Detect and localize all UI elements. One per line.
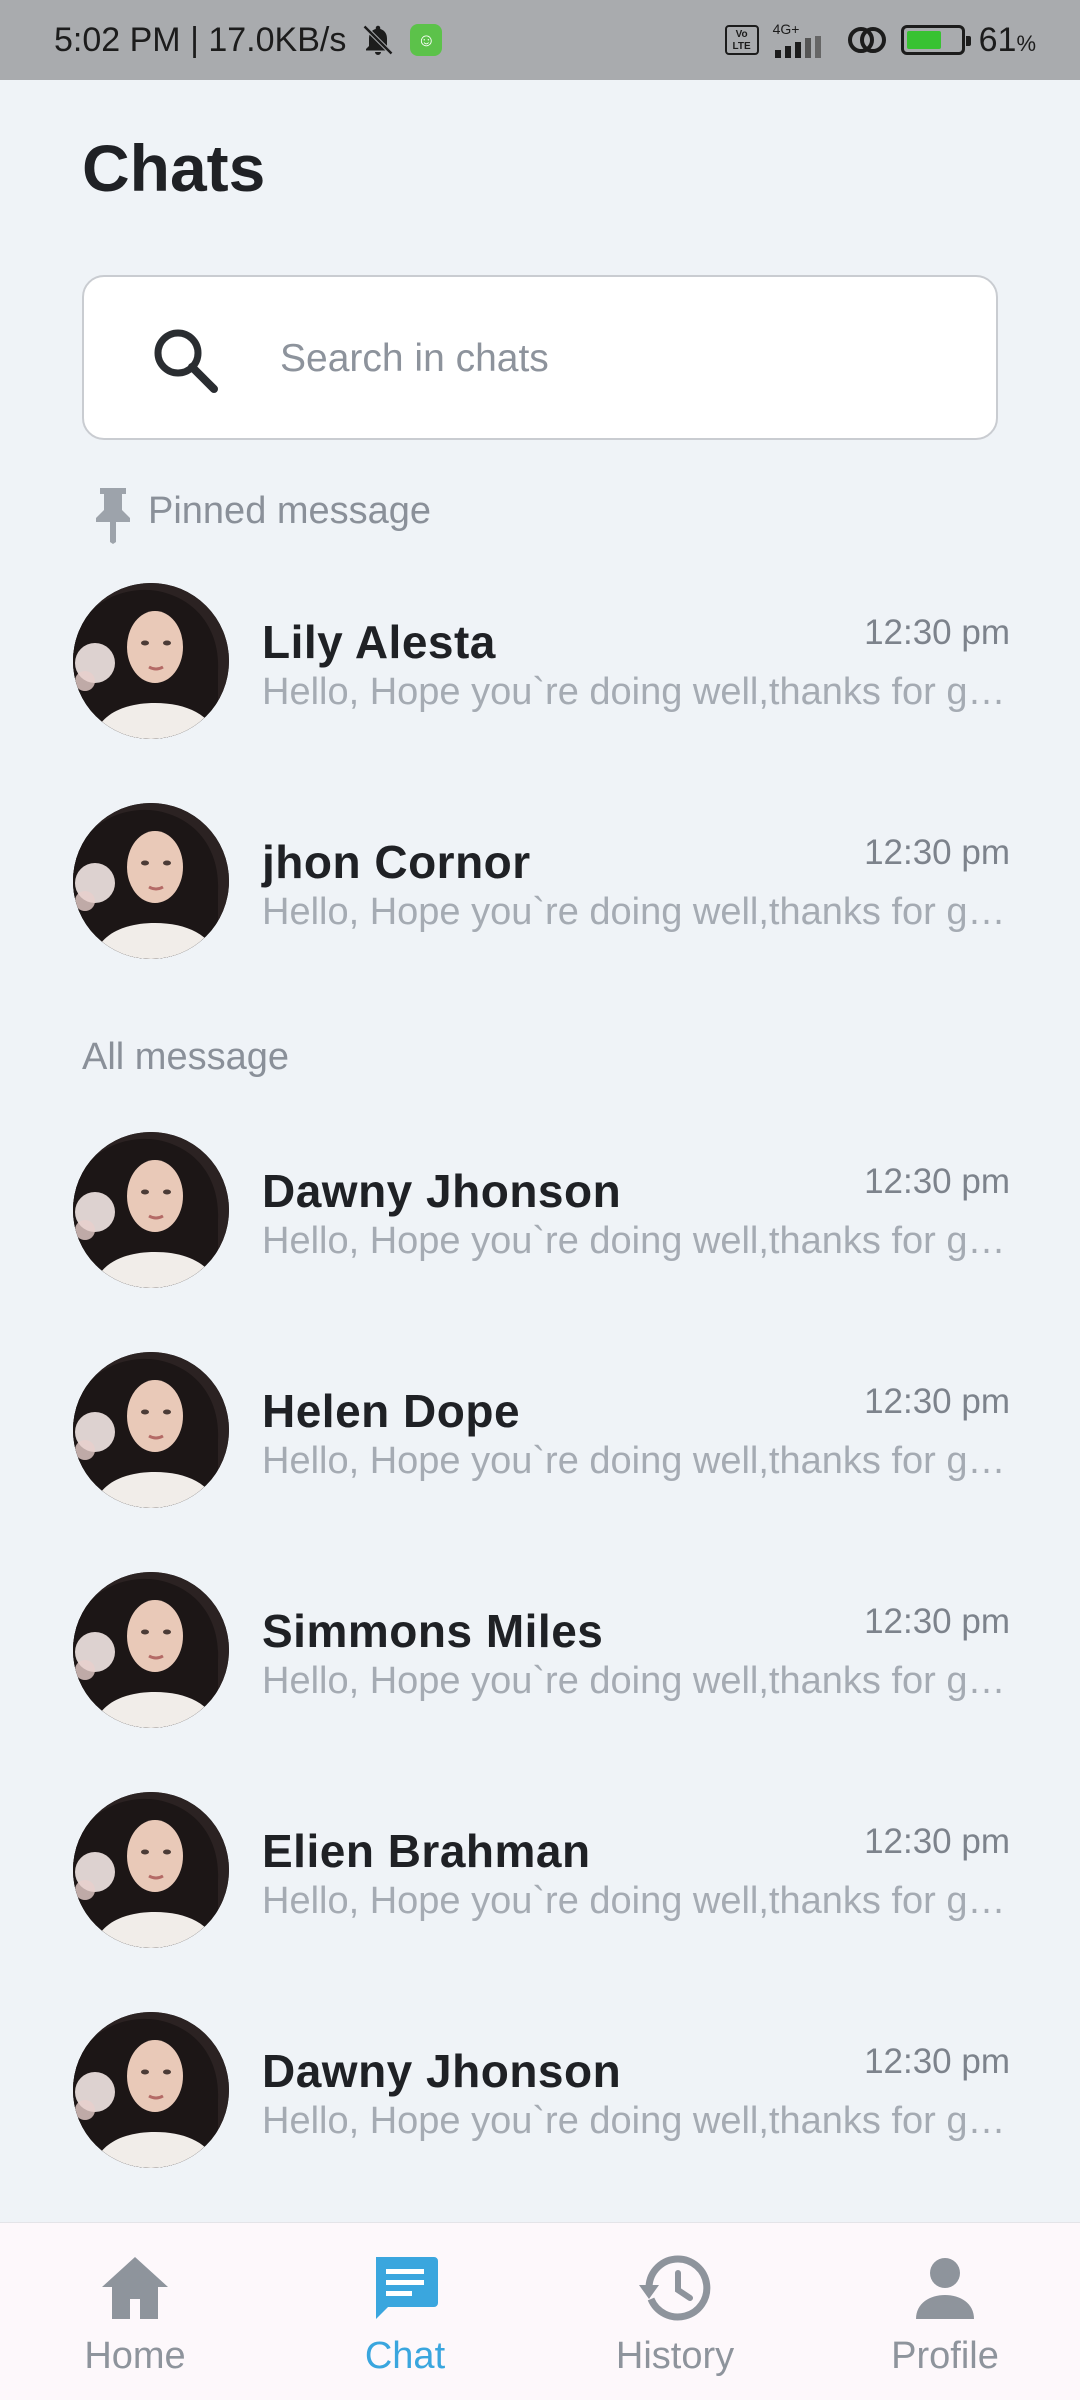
avatar-photo [73, 1352, 229, 1508]
chat-preview: Hello, Hope you`re doing well,thanks for… [262, 1880, 1010, 1922]
chat-preview: Hello, Hope you`re doing well,thanks for… [262, 891, 1010, 933]
app-notification-icon: ☺ [410, 24, 443, 56]
chat-time: 12:30 pm [864, 613, 1010, 652]
chat-time: 12:30 pm [864, 1822, 1010, 1861]
avatar[interactable] [73, 1352, 229, 1508]
avatar-photo [73, 1792, 229, 1948]
nav-profile[interactable]: Profile [810, 2223, 1080, 2400]
avatar[interactable] [73, 1792, 229, 1948]
avatar-photo [73, 803, 229, 959]
profile-icon [916, 2258, 974, 2319]
avatar[interactable] [73, 1572, 229, 1728]
avatar-photo [73, 1132, 229, 1288]
chat-icon [376, 2257, 438, 2319]
status-time: 5:02 PM | 17.0KB/s [54, 20, 347, 59]
chat-time: 12:30 pm [864, 2042, 1010, 2081]
muted-bell-icon [360, 22, 396, 58]
chat-row[interactable]: Helen Dope 12:30 pm Hello, Hope you`re doi… [0, 1352, 1080, 1522]
nav-profile-label: Profile [891, 2335, 999, 2377]
nav-chat-label: Chat [364, 2335, 446, 2377]
link-icon [847, 23, 887, 57]
status-left: 5:02 PM | 17.0KB/s ☺ [54, 20, 443, 60]
status-bar: 5:02 PM | 17.0KB/s ☺ Vo LTE 4G+ 61% [0, 0, 1080, 80]
chat-row[interactable]: jhon Cornor 12:30 pm Hello, Hope you`re do… [0, 803, 1080, 973]
chat-preview: Hello, Hope you`re doing well,thanks for… [262, 1440, 1010, 1482]
pin-icon [96, 488, 130, 544]
nav-chat[interactable]: Chat [270, 2223, 540, 2400]
chat-preview: Hello, Hope you`re doing well,thanks for… [262, 1660, 1010, 1702]
chat-time: 12:30 pm [864, 1382, 1010, 1421]
chat-name: Dawny Jhonson [262, 1165, 622, 1217]
network-type: 4G+ [772, 21, 800, 37]
volte-icon: Vo LTE [724, 25, 759, 55]
avatar[interactable] [73, 583, 229, 739]
avatar[interactable] [73, 803, 229, 959]
avatar-photo [73, 583, 229, 739]
chat-preview: Hello, Hope you`re doing well,thanks for… [262, 1220, 1010, 1262]
battery-icon [900, 25, 971, 55]
page-title: Chats [82, 131, 266, 205]
home-icon [102, 2257, 168, 2319]
chat-name: Simmons Miles [262, 1605, 604, 1657]
chat-name: Lily Alesta [262, 616, 496, 668]
chat-row[interactable]: Dawny Jhonson 12:30 pm Hello, Hope you`re … [0, 2012, 1080, 2182]
chat-row[interactable]: Dawny Jhonson 12:30 pm Hello, Hope you`re … [0, 1132, 1080, 1302]
history-icon [639, 2255, 711, 2321]
battery-percent: 61% [978, 20, 1036, 59]
nav-history[interactable]: History [540, 2223, 810, 2400]
nav-home-label: Home [84, 2335, 186, 2377]
chat-row[interactable]: Simmons Miles 12:30 pm Hello, Hope you`re … [0, 1572, 1080, 1742]
search-icon[interactable] [148, 323, 222, 397]
signal-icon: 4G+ [773, 22, 833, 58]
chat-time: 12:30 pm [864, 1162, 1010, 1201]
chat-preview: Hello, Hope you`re doing well,thanks for… [262, 671, 1010, 713]
chat-name: jhon Cornor [262, 836, 531, 888]
chat-time: 12:30 pm [864, 833, 1010, 872]
nav-history-label: History [615, 2335, 735, 2377]
chat-row[interactable]: Elien Brahman 12:30 pm Hello, Hope you`re … [0, 1792, 1080, 1962]
search-box[interactable] [82, 275, 998, 440]
search-input[interactable] [280, 327, 960, 391]
all-section-label: All message [82, 1036, 289, 1078]
chat-row[interactable]: Lily Alesta 12:30 pm Hello, Hope you`re do… [0, 583, 1080, 753]
chat-name: Elien Brahman [262, 1825, 591, 1877]
chat-preview: Hello, Hope you`re doing well,thanks for… [262, 2100, 1010, 2142]
bottom-nav: Home Chat History Profile [0, 2222, 1080, 2400]
nav-home[interactable]: Home [0, 2223, 270, 2400]
avatar-photo [73, 1572, 229, 1728]
avatar[interactable] [73, 1132, 229, 1288]
chat-name: Dawny Jhonson [262, 2045, 622, 2097]
avatar-photo [73, 2012, 229, 2168]
pinned-section-label: Pinned message [148, 490, 432, 532]
chat-time: 12:30 pm [864, 1602, 1010, 1641]
avatar[interactable] [73, 2012, 229, 2168]
status-right: Vo LTE 4G+ 61% [724, 20, 1036, 60]
chat-name: Helen Dope [262, 1385, 521, 1437]
